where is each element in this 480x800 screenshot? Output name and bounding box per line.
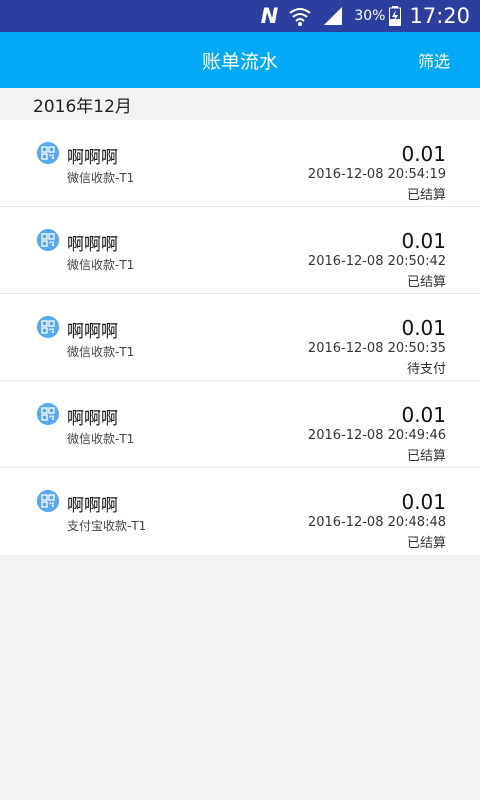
payment-channel: 微信收款-T1 [67,258,135,272]
page-title: 账单流水 [201,50,278,73]
status-label: 已结算 [406,275,446,290]
amount: 0.01 [401,403,446,427]
battery-icon [389,6,402,26]
payment-channel: 微信收款-T1 [67,171,135,185]
app-bar: 账单流水 筛选 [0,32,480,88]
nfc-icon: N [260,4,279,28]
qr-code-icon [37,403,59,425]
battery-level: 30% [354,8,386,24]
signal-icon [322,6,344,26]
timestamp: 2016-12-08 20:54:19 [307,167,446,182]
transaction-row[interactable]: 啊啊啊 支付宝收款-T1 0.01 2016-12-08 20:48:48 已结… [0,468,480,555]
timestamp: 2016-12-08 20:49:46 [307,428,446,443]
wifi-icon [288,5,312,27]
clock: 17:20 [409,4,470,28]
timestamp: 2016-12-08 20:50:42 [307,254,446,269]
qr-code-icon [37,316,59,338]
status-label: 待支付 [406,362,446,377]
status-bar: N 30% 17:20 [0,0,480,32]
payment-channel: 支付宝收款-T1 [67,519,147,533]
status-label: 已结算 [406,449,446,464]
transaction-list: 啊啊啊 微信收款-T1 0.01 2016-12-08 20:54:19 已结算… [0,120,480,555]
payer-name: 啊啊啊 [67,322,118,342]
payment-channel: 微信收款-T1 [67,432,135,446]
transaction-row[interactable]: 啊啊啊 微信收款-T1 0.01 2016-12-08 20:54:19 已结算 [0,120,480,207]
payment-channel: 微信收款-T1 [67,345,135,359]
payer-name: 啊啊啊 [67,148,118,168]
timestamp: 2016-12-08 20:48:48 [307,515,446,530]
filter-button[interactable]: 筛选 [418,48,450,72]
status-label: 已结算 [406,536,446,551]
qr-code-icon [37,490,59,512]
qr-code-icon [37,229,59,251]
payer-name: 啊啊啊 [67,235,118,255]
status-label: 已结算 [406,188,446,203]
amount: 0.01 [401,316,446,340]
transaction-row[interactable]: 啊啊啊 微信收款-T1 0.01 2016-12-08 20:50:42 已结算 [0,207,480,294]
qr-code-icon [37,142,59,164]
transaction-row[interactable]: 啊啊啊 微信收款-T1 0.01 2016-12-08 20:50:35 待支付 [0,294,480,381]
month-header: 2016年12月 [0,88,480,120]
payer-name: 啊啊啊 [67,496,118,516]
amount: 0.01 [401,490,446,514]
timestamp: 2016-12-08 20:50:35 [307,341,446,356]
payer-name: 啊啊啊 [67,409,118,429]
amount: 0.01 [401,229,446,253]
transaction-row[interactable]: 啊啊啊 微信收款-T1 0.01 2016-12-08 20:49:46 已结算 [0,381,480,468]
amount: 0.01 [401,142,446,166]
